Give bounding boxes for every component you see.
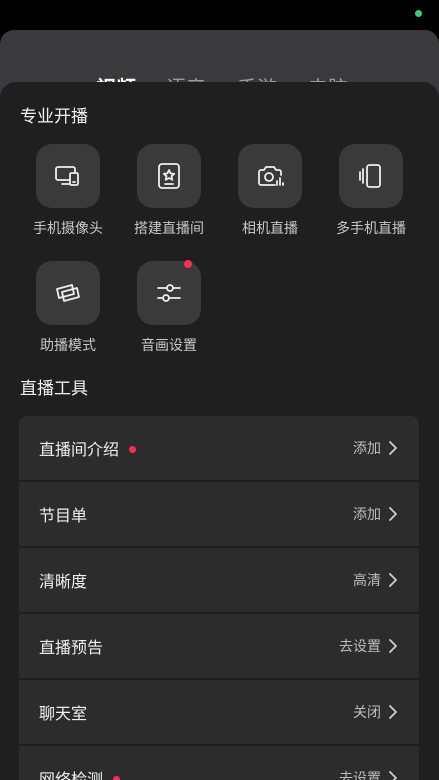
option-phone-camera[interactable]: 手机摄像头 <box>18 144 118 238</box>
icon-tile <box>36 144 100 208</box>
option-av-settings[interactable]: 音画设置 <box>119 260 219 355</box>
icon-tile <box>238 144 302 208</box>
row-value: 添加 <box>353 507 381 523</box>
row-label: 网络检测 <box>39 770 104 780</box>
multi-phone-icon <box>359 164 381 188</box>
icon-tile <box>137 144 201 208</box>
chevron-right-icon <box>389 507 397 521</box>
row-label: 聊天室 <box>39 704 88 723</box>
list-row-chat-room[interactable]: 聊天室 关闭 <box>19 680 419 744</box>
list-row-live-preview[interactable]: 直播预告 去设置 <box>19 614 419 678</box>
row-action: 添加 <box>353 504 399 524</box>
notification-dot <box>113 775 121 780</box>
icon-tile <box>339 144 403 208</box>
row-action: 去设置 <box>339 636 399 656</box>
list-row-network-check[interactable]: 网络检测 去设置 <box>19 746 419 780</box>
row-action: 关闭 <box>353 702 399 722</box>
tools-list: 直播间介绍 添加 节目单 添加 清晰度 高清 直播预告 去设置 聊天室 关闭 网… <box>19 416 419 780</box>
option-label: 搭建直播间 <box>134 221 204 237</box>
chevron-right-icon <box>389 771 397 780</box>
chevron-right-icon <box>389 639 397 653</box>
status-bar <box>0 0 439 30</box>
notification-badge <box>184 260 192 268</box>
settings-panel: 专业开播 手机摄像头 搭建直播间 相机直播 多手机直播 助播模式 音画设置 直播… <box>0 82 439 780</box>
chevron-right-icon <box>389 441 397 455</box>
sliders-icon <box>157 284 181 302</box>
option-label: 相机直播 <box>242 221 298 237</box>
row-label: 节目单 <box>39 506 88 525</box>
row-value: 去设置 <box>339 639 381 655</box>
notification-dot <box>129 445 137 453</box>
camera-live-icon <box>258 166 284 186</box>
section-title-tools: 直播工具 <box>20 379 88 399</box>
list-row-resolution[interactable]: 清晰度 高清 <box>19 548 419 612</box>
row-label: 清晰度 <box>39 572 88 591</box>
row-value: 添加 <box>353 441 381 457</box>
option-assist-mode[interactable]: 助播模式 <box>18 261 118 355</box>
row-value: 去设置 <box>339 771 381 780</box>
option-label: 助播模式 <box>40 338 96 354</box>
chevron-right-icon <box>389 573 397 587</box>
row-value: 关闭 <box>353 705 381 721</box>
phone-camera-icon <box>55 166 79 186</box>
option-label: 音画设置 <box>141 338 197 354</box>
status-indicator-dot <box>415 10 422 17</box>
assist-mode-icon <box>56 284 80 302</box>
section-title-pro: 专业开播 <box>20 107 88 127</box>
row-action: 去设置 <box>339 768 399 780</box>
row-label: 直播预告 <box>39 638 104 657</box>
row-value: 高清 <box>353 573 381 589</box>
chevron-right-icon <box>389 705 397 719</box>
option-label: 多手机直播 <box>336 221 406 237</box>
option-label: 手机摄像头 <box>33 221 103 237</box>
option-multi-phone[interactable]: 多手机直播 <box>321 144 421 238</box>
icon-tile <box>36 261 100 325</box>
icon-tile <box>137 260 201 325</box>
build-room-icon <box>158 163 180 189</box>
option-camera-live[interactable]: 相机直播 <box>220 144 320 238</box>
row-action: 高清 <box>353 570 399 590</box>
row-label: 直播间介绍 <box>39 440 120 459</box>
list-row-room-intro[interactable]: 直播间介绍 添加 <box>19 416 419 480</box>
option-build-room[interactable]: 搭建直播间 <box>119 144 219 238</box>
row-action: 添加 <box>353 438 399 458</box>
list-row-program-list[interactable]: 节目单 添加 <box>19 482 419 546</box>
